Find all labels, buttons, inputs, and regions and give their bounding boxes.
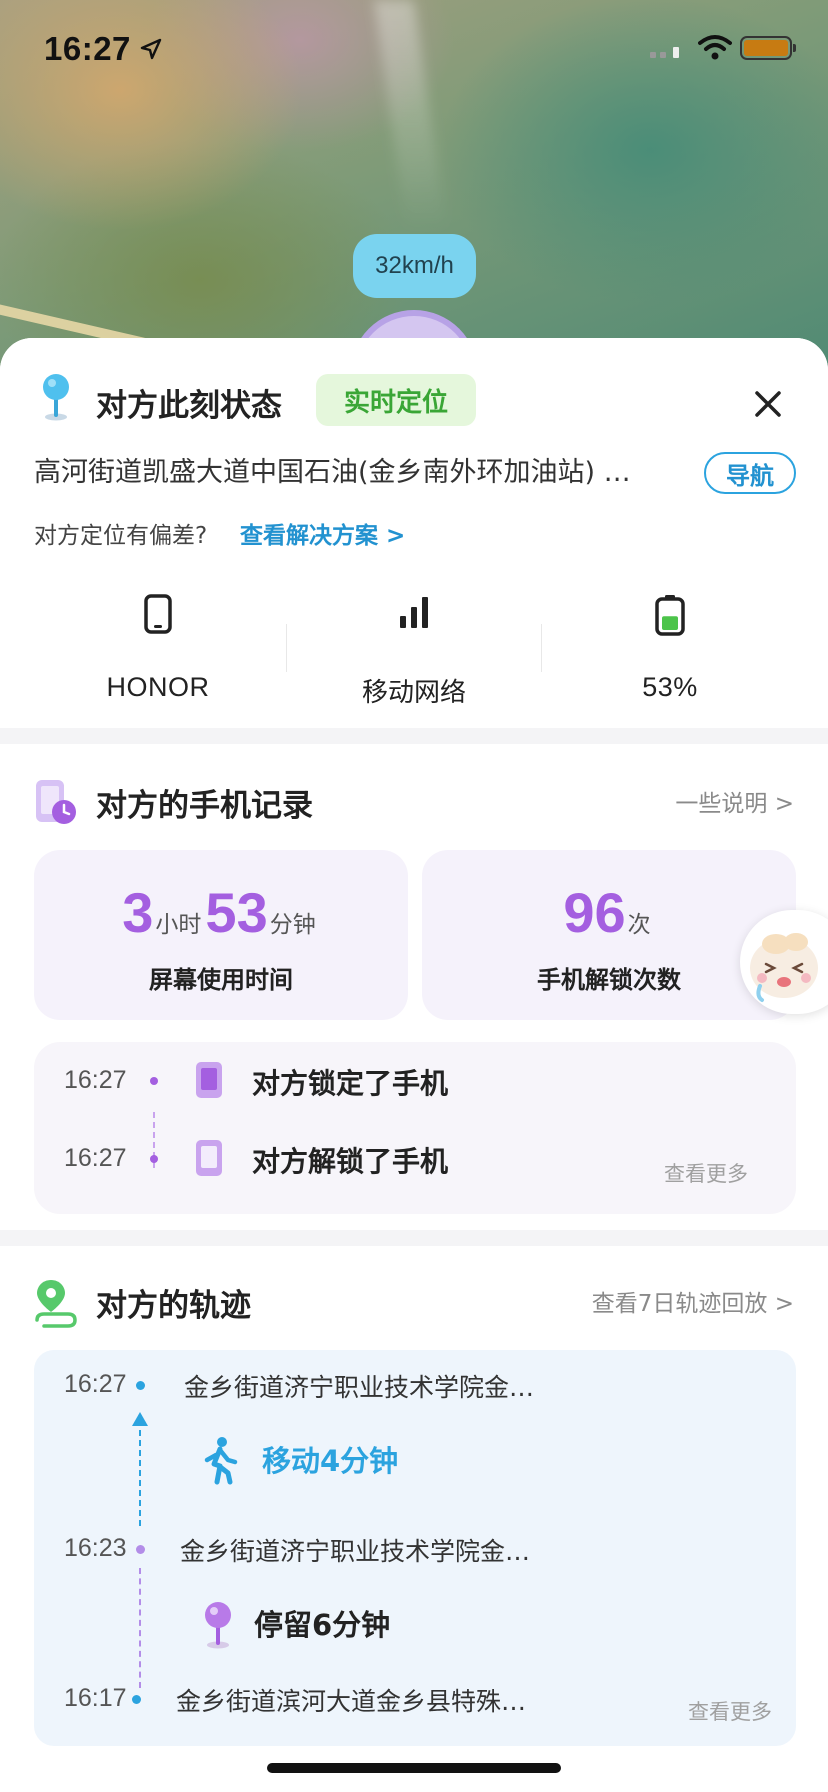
wifi-icon (698, 35, 732, 60)
timeline-connector (139, 1420, 141, 1526)
screen-time-card[interactable]: 3小时53分钟 屏幕使用时间 (34, 850, 408, 1020)
status-time: 16:27 (44, 30, 131, 67)
status-title: 对方此刻状态 (96, 388, 282, 424)
walking-icon (204, 1437, 238, 1485)
screen-time-hours: 3 (122, 881, 154, 944)
track-place: 金乡街道济宁职业技术学院金… (180, 1537, 531, 1566)
track-time: 16:27 (64, 1370, 127, 1398)
battery-level: 53% (532, 594, 808, 714)
realtime-badge: 实时定位 (316, 374, 476, 426)
speed-bubble: 32km/h (353, 234, 476, 298)
track-point: 16:27 金乡街道济宁职业技术学院金… (34, 1366, 796, 1406)
screen-time-value: 3小时53分钟 (34, 880, 408, 945)
timeline-connector (139, 1568, 141, 1688)
phone-record-icon (36, 780, 76, 824)
view-more-records-link[interactable]: 查看更多 (664, 1158, 748, 1188)
view-solution-link[interactable]: 查看解决方案 > (240, 516, 405, 550)
track-place: 金乡街道滨河大道金乡县特殊… (176, 1687, 527, 1716)
phone-unlocked-icon (196, 1140, 222, 1176)
phone-records-title: 对方的手机记录 (96, 788, 313, 824)
location-arrow-icon (140, 38, 162, 60)
move-duration: 移动4分钟 (262, 1444, 399, 1478)
minute-unit: 分钟 (269, 912, 316, 938)
track-timeline[interactable]: 16:27 金乡街道济宁职业技术学院金… 移动4分钟 16:23 金乡街道济宁职… (34, 1350, 796, 1746)
navigate-button[interactable]: 导航 (704, 452, 796, 494)
status-bar: 16:27 (0, 0, 828, 100)
close-icon[interactable] (746, 382, 790, 426)
map-pin-icon (43, 374, 69, 421)
device-model-label: HONOR (106, 672, 210, 702)
hour-unit: 小时 (155, 912, 202, 938)
device-model: HONOR (20, 594, 296, 714)
phone-icon (144, 594, 172, 634)
timeline-dot (132, 1695, 141, 1704)
track-time: 16:17 (64, 1684, 127, 1712)
timeline-dot (150, 1155, 158, 1163)
record-text: 对方解锁了手机 (252, 1145, 449, 1178)
record-time: 16:27 (64, 1144, 127, 1172)
section-divider (0, 1230, 828, 1246)
home-indicator[interactable] (267, 1763, 561, 1773)
track-replay-link[interactable]: 查看7日轨迹回放 > (592, 1284, 794, 1318)
cellular-signal-icon (650, 47, 679, 58)
battery-icon (655, 595, 685, 636)
stay-duration: 停留6分钟 (254, 1608, 391, 1642)
track-point: 16:23 金乡街道济宁职业技术学院金… (34, 1530, 796, 1570)
battery-fill (662, 616, 678, 630)
stay-pin-icon (205, 1602, 231, 1649)
section-divider (0, 728, 828, 744)
status-section: 对方此刻状态 实时定位 高河街道凯盛大道中国石油(金乡南外环加油站) … 导航 … (0, 338, 828, 728)
track-point: 16:17 金乡街道滨河大道金乡县特殊… (34, 1680, 796, 1720)
phone-record-list[interactable]: 16:27 对方锁定了手机 16:27 对方解锁了手机 查看更多 (34, 1042, 796, 1214)
timeline-dot (150, 1077, 158, 1085)
view-more-track-link[interactable]: 查看更多 (688, 1696, 772, 1726)
timeline-dot (136, 1381, 145, 1390)
phone-locked-icon (196, 1062, 222, 1098)
notes-link[interactable]: 一些说明 > (675, 784, 794, 818)
record-text: 对方锁定了手机 (252, 1067, 449, 1100)
timeline-dot (136, 1545, 145, 1554)
phone-records-section: 对方的手机记录 一些说明 > 3小时53分钟 屏幕使用时间 96次 手机解锁次数… (0, 744, 828, 1230)
network-type: 移动网络 (276, 594, 552, 714)
network-label: 移动网络 (361, 678, 466, 708)
track-pin-icon (35, 1280, 77, 1328)
address-text: 高河街道凯盛大道中国石油(金乡南外环加油站) … (34, 457, 631, 488)
track-place: 金乡街道济宁职业技术学院金… (184, 1373, 535, 1402)
floating-assistant-button[interactable] (740, 910, 828, 1014)
screen-time-caption: 屏幕使用时间 (149, 966, 293, 994)
signal-icon (400, 597, 428, 628)
unlock-count: 96 (563, 881, 626, 944)
track-section: 对方的轨迹 查看7日轨迹回放 > 16:27 金乡街道济宁职业技术学院金… 移动… (0, 1246, 828, 1792)
screen-time-minutes: 53 (205, 881, 268, 944)
mascot-icon (750, 933, 818, 1002)
track-title: 对方的轨迹 (96, 1288, 251, 1324)
record-time: 16:27 (64, 1066, 127, 1094)
status-battery-icon (740, 36, 796, 60)
track-time: 16:23 (64, 1534, 127, 1562)
bottom-sheet: 对方此刻状态 实时定位 高河街道凯盛大道中国石油(金乡南外环加油站) … 导航 … (0, 338, 828, 1792)
location-hint: 对方定位有偏差? (34, 523, 208, 549)
count-unit: 次 (627, 912, 651, 938)
list-item: 16:27 对方锁定了手机 (34, 1056, 796, 1106)
battery-label: 53% (642, 672, 698, 702)
